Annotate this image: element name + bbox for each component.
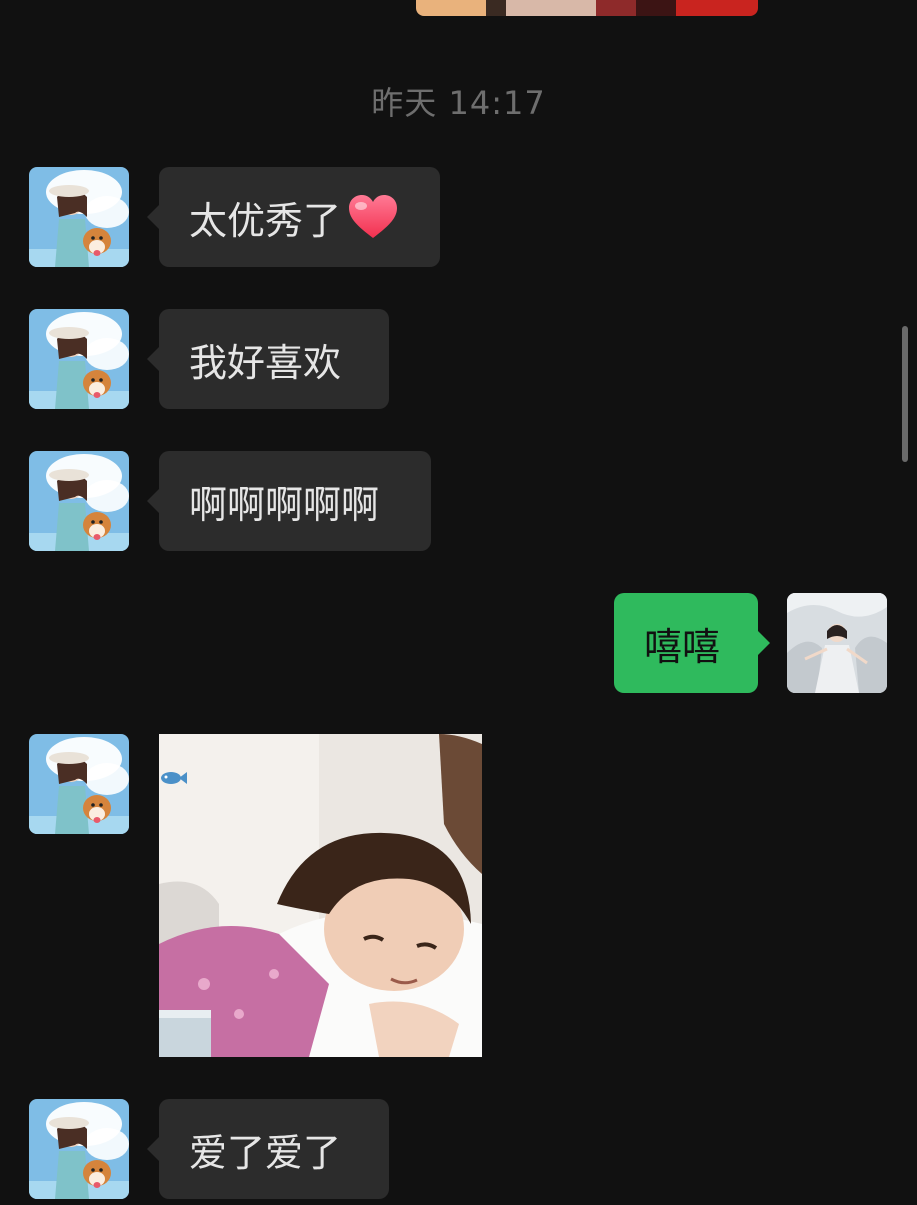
my-avatar[interactable]: [787, 593, 887, 693]
message-bubble[interactable]: 太优秀了: [147, 167, 440, 267]
contact-avatar[interactable]: [29, 309, 129, 409]
message-text: 我好喜欢: [189, 340, 342, 385]
contact-avatar[interactable]: [29, 167, 129, 267]
previous-image-message[interactable]: [416, 0, 758, 16]
contact-avatar[interactable]: [29, 734, 129, 834]
contact-avatar[interactable]: [29, 451, 129, 551]
message-timestamp: 昨天 14:17: [371, 84, 546, 122]
image-message[interactable]: [159, 734, 482, 1057]
message-text: 啊啊啊啊啊: [189, 482, 380, 527]
scrollbar[interactable]: [902, 326, 908, 462]
message-bubble[interactable]: 啊啊啊啊啊: [147, 451, 431, 551]
contact-avatar[interactable]: [29, 1099, 129, 1199]
message-bubble-outgoing[interactable]: 嘻嘻: [614, 593, 770, 693]
message-text: 嘻嘻: [644, 624, 721, 669]
message-text: 爱了爱了: [189, 1130, 342, 1175]
fish-icon: [161, 770, 187, 790]
heart-icon: [347, 194, 399, 240]
message-bubble[interactable]: 我好喜欢: [147, 309, 389, 409]
message-bubble[interactable]: 爱了爱了: [147, 1099, 389, 1199]
message-text: 太优秀了: [189, 198, 342, 243]
